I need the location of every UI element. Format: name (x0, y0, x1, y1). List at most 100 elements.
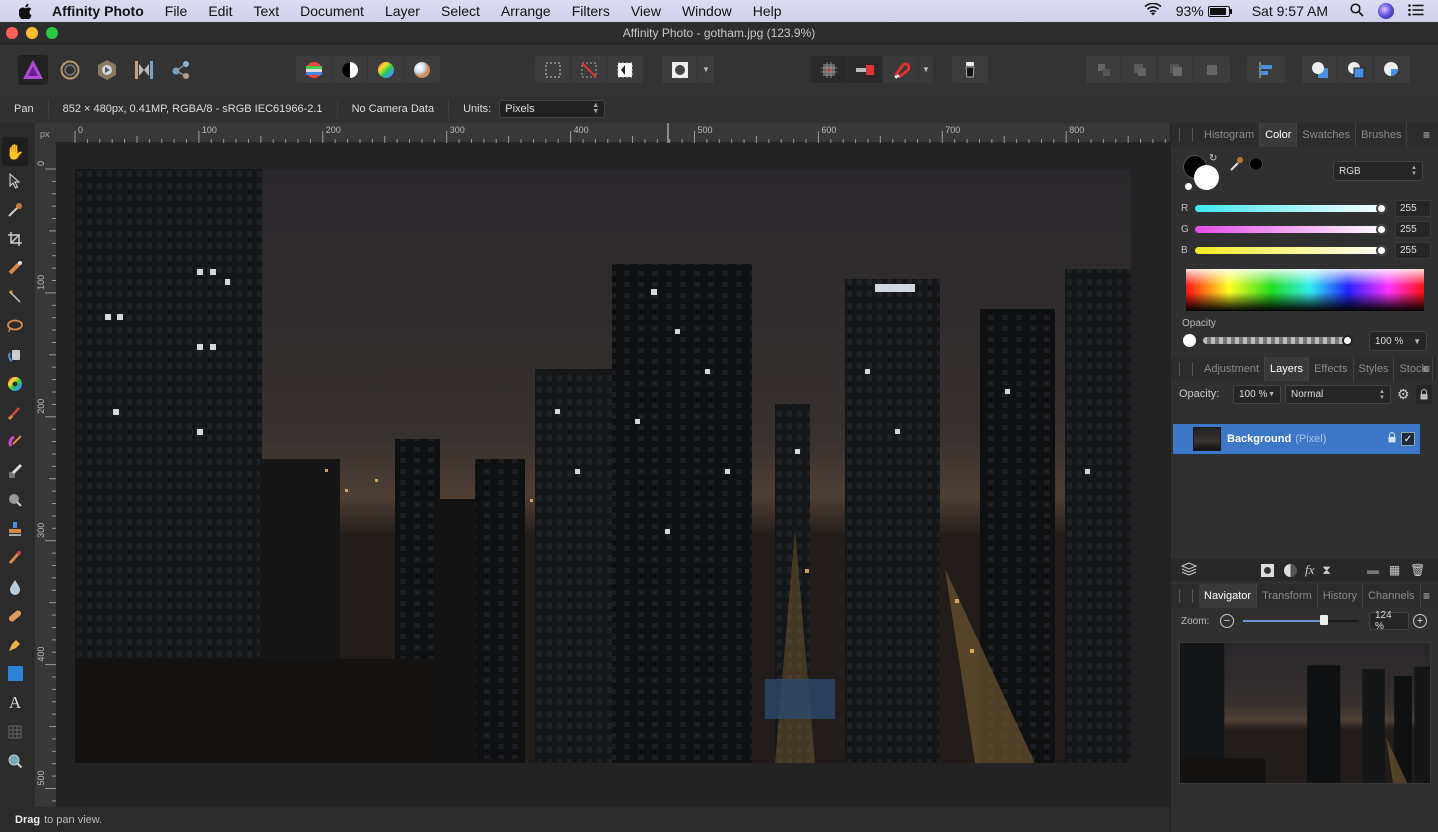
red-value-field[interactable]: 255 (1395, 199, 1431, 217)
tool-color-wheel[interactable] (0, 369, 30, 398)
layer-lock-icon[interactable] (1388, 432, 1396, 446)
tab-transform[interactable]: Transform (1257, 584, 1318, 608)
layer-row-background[interactable]: Background (Pixel) ✓ (1173, 424, 1420, 454)
navigator-preview[interactable] (1179, 642, 1431, 784)
tool-smudge[interactable] (0, 543, 30, 572)
opacity-slider[interactable] (1203, 335, 1353, 346)
tab-styles[interactable]: Styles (1354, 357, 1395, 381)
snap-target-button[interactable] (847, 56, 883, 83)
tab-swatches[interactable]: Swatches (1297, 123, 1357, 147)
color-model-select[interactable]: RGB ▲ ▼ (1333, 161, 1423, 181)
tool-dodge[interactable] (0, 485, 30, 514)
tab-channels[interactable]: Channels (1363, 584, 1421, 608)
add-pixel-layer-icon[interactable]: ▦ (1389, 563, 1400, 577)
blue-value-field[interactable]: 255 (1395, 241, 1431, 259)
blue-slider-knob[interactable] (1376, 244, 1387, 256)
add-mask-icon[interactable] (1261, 563, 1274, 577)
opacity-field[interactable]: 100 % ▼ (1369, 331, 1427, 351)
menu-text[interactable]: Text (253, 3, 279, 19)
auto-contrast-button[interactable] (332, 56, 368, 83)
invert-selection-button[interactable] (607, 56, 643, 83)
zoom-slider[interactable] (1243, 615, 1359, 625)
tool-blur[interactable] (0, 572, 30, 601)
panel-grip-icon[interactable] (1179, 362, 1193, 376)
move-to-back-button[interactable] (1086, 56, 1122, 83)
tab-effects[interactable]: Effects (1309, 357, 1354, 381)
align-left-button[interactable] (1247, 56, 1285, 83)
apple-icon[interactable] (14, 3, 36, 19)
tool-selection-brush[interactable] (0, 253, 30, 282)
zoom-in-icon[interactable]: + (1413, 614, 1427, 628)
auto-white-balance-button[interactable] (404, 56, 440, 83)
menu-app-name[interactable]: Affinity Photo (52, 3, 144, 19)
menu-arrange[interactable]: Arrange (501, 3, 551, 19)
document-image[interactable] (75, 169, 1131, 763)
battery-icon[interactable] (1207, 5, 1232, 17)
eyedropper-icon[interactable] (1229, 156, 1243, 177)
export-persona-button[interactable] (166, 55, 196, 85)
deselect-button[interactable] (571, 56, 607, 83)
tool-zoom[interactable] (0, 746, 30, 775)
panel-menu-icon[interactable]: ≡ (1423, 589, 1430, 603)
tool-rectangle[interactable] (0, 659, 30, 688)
assistant-button[interactable] (952, 56, 988, 83)
layers-stack-icon[interactable] (1180, 561, 1198, 579)
blend-mode-select[interactable]: Normal ▲ ▼ (1285, 385, 1391, 404)
menu-help[interactable]: Help (753, 3, 782, 19)
auto-colors-button[interactable] (368, 56, 404, 83)
zoom-out-icon[interactable]: − (1220, 614, 1234, 628)
no-color-icon[interactable] (1184, 182, 1193, 191)
tool-flood-select[interactable] (0, 282, 30, 311)
marquee-selection-button[interactable] (535, 56, 571, 83)
tab-layers[interactable]: Layers (1265, 357, 1310, 381)
grid-toggle-button[interactable] (811, 56, 847, 83)
move-to-front-button[interactable] (1194, 56, 1230, 83)
auto-levels-button[interactable] (296, 56, 332, 83)
boolean-intersect-button[interactable] (1374, 56, 1410, 83)
panel-menu-icon[interactable]: ≡ (1423, 128, 1430, 142)
move-back-one-button[interactable] (1122, 56, 1158, 83)
delete-layer-icon[interactable]: 🗑 (1410, 563, 1425, 577)
layer-name[interactable]: Background (1227, 433, 1291, 445)
layer-visibility-checkbox[interactable]: ✓ (1401, 432, 1415, 446)
add-live-filter-icon[interactable]: ⧗ (1322, 563, 1330, 578)
boolean-add-button[interactable] (1302, 56, 1338, 83)
tool-mesh-warp[interactable] (0, 717, 30, 746)
panel-grip-icon[interactable] (1179, 128, 1193, 142)
move-forward-one-button[interactable] (1158, 56, 1194, 83)
tab-color[interactable]: Color (1260, 123, 1298, 147)
clock[interactable]: Sat 9:57 AM (1252, 3, 1328, 19)
layer-opacity-field[interactable]: 100 % ▼ (1233, 385, 1281, 404)
green-slider[interactable] (1195, 223, 1387, 235)
green-slider-knob[interactable] (1376, 223, 1387, 235)
menu-file[interactable]: File (165, 3, 188, 19)
blue-slider[interactable] (1195, 244, 1387, 256)
red-slider-knob[interactable] (1376, 202, 1387, 214)
canvas-area[interactable] (56, 143, 1170, 807)
tool-healing[interactable] (0, 601, 30, 630)
tab-history[interactable]: History (1318, 584, 1364, 608)
tool-color-picker[interactable] (0, 195, 30, 224)
tool-flood-fill[interactable] (0, 340, 30, 369)
tone-mapping-persona-button[interactable] (129, 55, 159, 85)
units-select[interactable]: Pixels ▲ ▼ (499, 100, 606, 118)
tool-pen[interactable] (0, 630, 30, 659)
wifi-icon[interactable] (1144, 2, 1162, 19)
tab-brushes[interactable]: Brushes (1356, 123, 1408, 147)
vertical-ruler[interactable]: 0 100 200 300 400 500 (35, 143, 56, 807)
zoom-field[interactable]: 124 % (1369, 610, 1409, 632)
menu-layer[interactable]: Layer (385, 3, 420, 19)
red-slider[interactable] (1195, 202, 1387, 214)
green-value-field[interactable]: 255 (1395, 220, 1431, 238)
tool-pan[interactable]: ✋ (2, 137, 28, 166)
zoom-slider-knob[interactable] (1320, 615, 1329, 625)
liquify-persona-button[interactable] (55, 55, 85, 85)
swap-colors-icon[interactable]: ↻ (1209, 153, 1217, 164)
tool-crop[interactable] (0, 224, 30, 253)
menu-view[interactable]: View (631, 3, 661, 19)
horizontal-ruler[interactable]: 0 100 200 300 400 500 600 700 800 (56, 123, 1170, 143)
tool-move[interactable] (0, 166, 30, 195)
menu-edit[interactable]: Edit (208, 3, 232, 19)
menu-filters[interactable]: Filters (572, 3, 610, 19)
menu-window[interactable]: Window (682, 3, 732, 19)
